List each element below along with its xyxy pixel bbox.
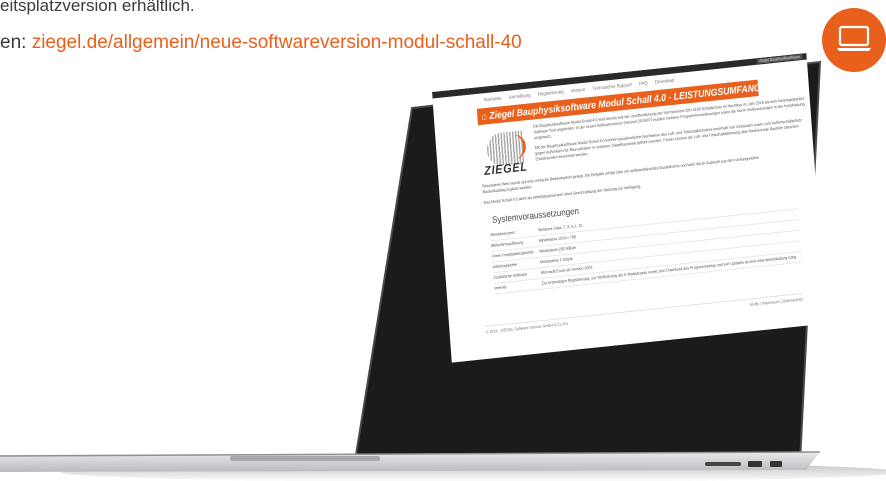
nav-item[interactable]: FAQ — [639, 81, 648, 87]
nav-item[interactable]: Anmeldung — [509, 93, 531, 100]
screen-footer: © 2019 · ZIEGEL Software Service GmbH & … — [485, 293, 803, 336]
nav-item[interactable]: Registrierung — [538, 90, 564, 98]
thunderbolt-port — [770, 461, 782, 467]
hdmi-port — [748, 461, 762, 467]
footer-copyright: © 2019 · ZIEGEL Software Service GmbH & … — [485, 321, 569, 336]
logo-word: ZIEGEL — [483, 159, 529, 179]
footer-links[interactable]: AGBs | Impressum | Datenschutz — [749, 297, 802, 307]
usb-port — [705, 462, 741, 466]
nav-item[interactable]: Version — [571, 88, 586, 94]
nav-item[interactable]: Technischer Support — [592, 83, 632, 92]
nav-item[interactable]: Download — [655, 78, 675, 85]
trackpad-notch — [230, 456, 380, 461]
ziegel-logo: ZIEGEL — [478, 125, 532, 181]
screen-webpage: Ziegel Bauphysiksoftware Startseite Anme… — [432, 53, 827, 363]
nav-item[interactable]: Startseite — [483, 96, 502, 103]
